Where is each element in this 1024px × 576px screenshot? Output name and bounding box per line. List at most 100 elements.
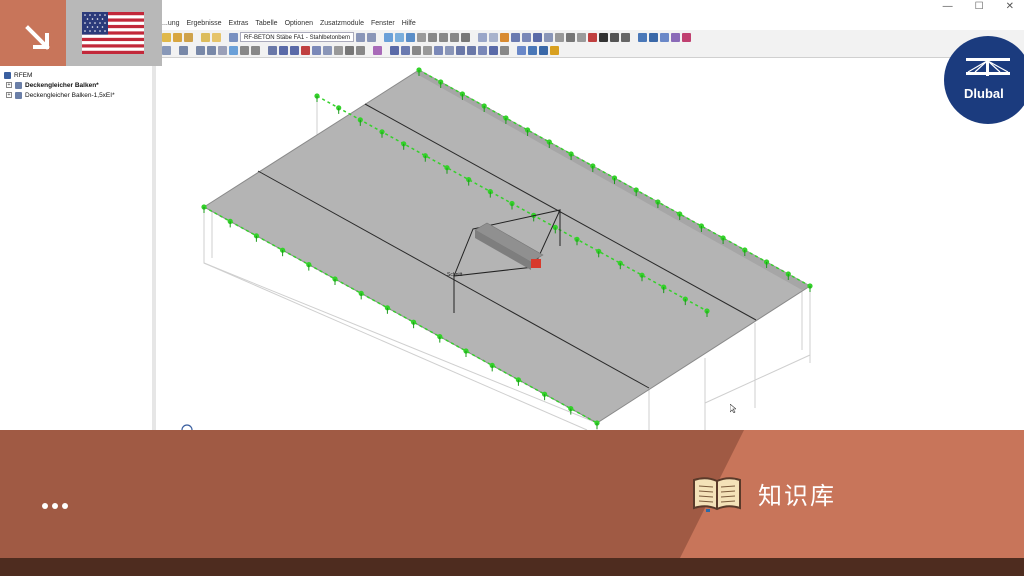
print-icon[interactable] [620,32,630,42]
dot [62,503,68,509]
menu-item-fenster[interactable]: Fenster [371,20,395,27]
anim-icon[interactable] [373,46,382,55]
tree-root[interactable]: RFEM [4,70,115,80]
grid-icon[interactable] [401,46,410,55]
model-viewport[interactable]: Schnitt [157,58,1024,430]
section-icon[interactable] [543,32,553,42]
menu-item-optionen[interactable]: Optionen [285,20,313,27]
measure-icon[interactable] [478,46,487,55]
hinge-icon[interactable] [251,46,260,55]
menu-item-ergebnisse[interactable]: Ergebnisse [187,20,222,27]
black-icon[interactable] [598,32,608,42]
module-case-select[interactable]: RF-BETON Stäbe FA1 - Stahlbetonbem [240,32,354,42]
menu-item-zusatzmodule[interactable]: Zusatzmodule [320,20,364,27]
rfem-logo-icon [4,71,11,79]
solid-icon[interactable] [532,32,542,42]
load-icon[interactable] [268,46,277,55]
load3-icon[interactable] [290,46,299,55]
delete-icon[interactable] [587,32,597,42]
load2-icon[interactable] [279,46,288,55]
section-label: Schnitt [447,272,463,278]
next-icon[interactable] [366,32,376,42]
new-file-icon[interactable] [162,32,171,42]
window-controls: — ☐ ✕ [943,1,1014,12]
tree-item-model-1[interactable]: + Deckengleicher Balken* [4,80,115,90]
report-icon[interactable] [637,32,647,42]
display-icon[interactable] [477,32,487,42]
language-flag-button[interactable] [66,0,162,66]
lock-icon[interactable] [500,46,509,55]
tree-item-model-2[interactable]: + Deckengleicher Balken-1,5xEI* [4,90,115,100]
library-icon[interactable] [517,46,526,55]
solid-tool-icon[interactable] [229,46,238,55]
zoom-icon[interactable] [383,32,393,42]
wire-icon[interactable] [521,32,531,42]
expand-icon[interactable]: + [6,82,12,88]
results-icon[interactable] [201,32,210,42]
cad-icon[interactable] [528,46,537,55]
open-book-icon [693,477,741,512]
expand-icon[interactable]: + [6,92,12,98]
coord-icon[interactable] [539,46,548,55]
previous-icon[interactable] [355,32,365,42]
line-icon[interactable] [196,46,205,55]
module-icon[interactable] [229,32,238,42]
navigator-scrollbar[interactable] [152,66,156,430]
tables-icon[interactable] [659,32,669,42]
minimize-button[interactable]: — [943,1,953,12]
ucs-icon[interactable] [489,46,498,55]
view-y-icon[interactable] [438,32,448,42]
menu-item-berechnung[interactable]: ...ung [162,20,180,27]
osnap-icon[interactable] [423,46,432,55]
corner-badge[interactable] [0,0,66,66]
values-icon[interactable] [356,46,365,55]
table-icon[interactable] [212,32,221,42]
check-icon[interactable] [681,32,691,42]
mesh-icon[interactable] [323,46,332,55]
member-icon[interactable] [207,46,216,55]
menu-item-extras[interactable]: Extras [229,20,249,27]
maximize-button[interactable]: ☐ [975,1,984,12]
support-icon[interactable] [240,46,249,55]
calc-icon[interactable] [334,46,343,55]
close-button[interactable]: ✕ [1006,1,1014,12]
node-icon[interactable] [179,46,188,55]
export-icon[interactable] [648,32,658,42]
footer-bar [0,558,1024,576]
dot [52,503,58,509]
result-toggle-icon[interactable] [345,46,354,55]
cs-icon[interactable] [312,46,321,55]
clip-icon[interactable] [467,46,476,55]
filter-icon[interactable] [609,32,619,42]
nodes-icon[interactable] [565,32,575,42]
save-icon[interactable] [184,32,193,42]
menu-item-hilfe[interactable]: Hilfe [402,20,416,27]
lines-icon[interactable] [554,32,564,42]
color-icon[interactable] [550,46,559,55]
visibility-icon[interactable] [456,46,465,55]
iso-view-icon[interactable] [460,32,470,42]
display2-icon[interactable] [488,32,498,42]
zoom-window-icon[interactable] [394,32,404,42]
guide-icon[interactable] [434,46,443,55]
dlubal-logo[interactable] [944,36,1024,124]
help-icon[interactable] [670,32,680,42]
highlight-icon[interactable] [499,32,509,42]
open-file-icon[interactable] [173,32,182,42]
snap-icon[interactable] [412,46,421,55]
dim-icon[interactable] [390,46,399,55]
knowledge-base-link[interactable]: 知识库 [692,474,836,512]
rotate-icon[interactable] [416,32,426,42]
menu-item-tabelle[interactable]: Tabelle [255,20,277,27]
render-icon[interactable] [510,32,520,42]
imperfection-icon[interactable] [301,46,310,55]
ellipsis-icon[interactable] [42,503,68,509]
select-icon[interactable] [162,46,171,55]
surface-icon[interactable] [218,46,227,55]
view-z-icon[interactable] [449,32,459,42]
arrow-icon[interactable] [576,32,586,42]
dxf-icon[interactable] [445,46,454,55]
toolbar-secondary [160,44,1024,58]
view-x-icon[interactable] [427,32,437,42]
pan-icon[interactable] [405,32,415,42]
